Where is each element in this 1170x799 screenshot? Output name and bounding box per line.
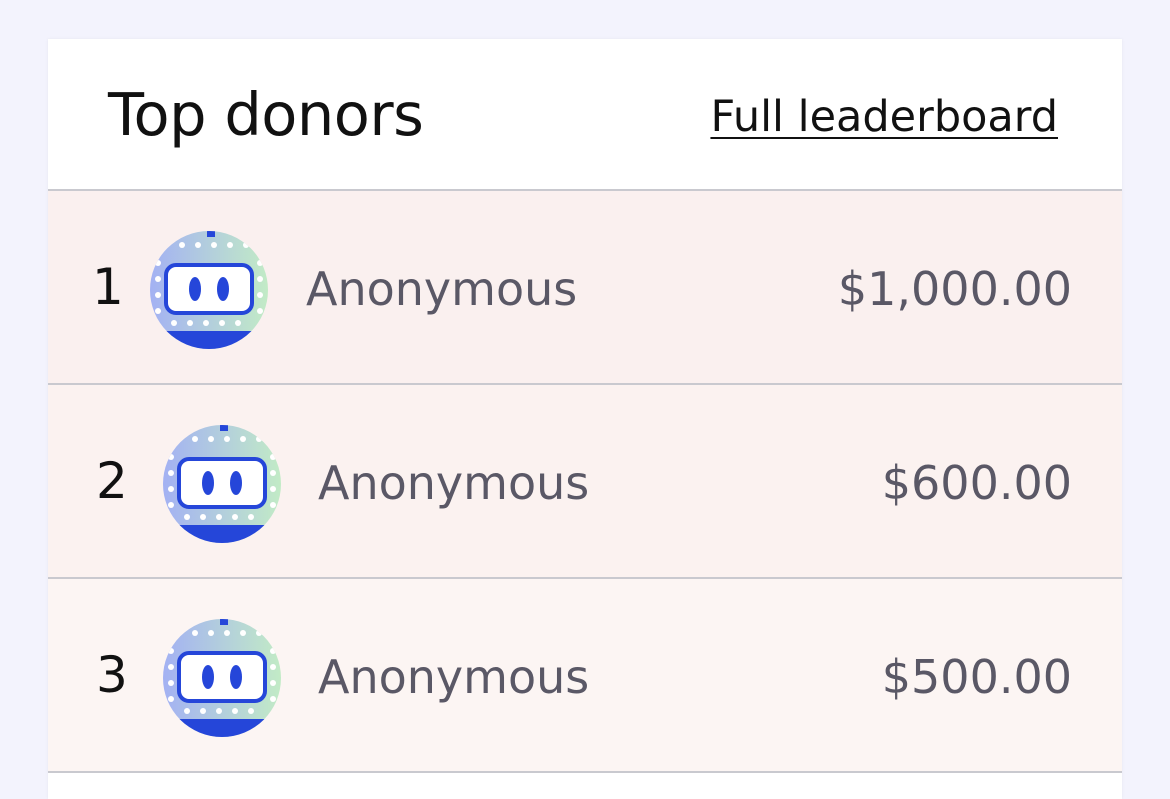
donation-amount: $1,000.00 — [837, 262, 1072, 316]
donor-rank: 3 — [96, 646, 128, 704]
full-leaderboard-link[interactable]: Full leaderboard — [710, 91, 1058, 143]
card-title: Top donors — [108, 80, 424, 149]
donor-name: Anonymous — [318, 650, 590, 704]
robot-face-icon — [163, 619, 281, 737]
donor-rank: 1 — [92, 258, 124, 316]
donor-name: Anonymous — [318, 456, 590, 510]
donor-rank: 2 — [96, 452, 128, 510]
robot-face-icon — [163, 425, 281, 543]
card-header: Top donors Full leaderboard — [48, 39, 1122, 191]
donor-row: 1 Anonymous $1,000.00 — [48, 191, 1122, 385]
donor-name: Anonymous — [306, 262, 578, 316]
robot-face-icon — [150, 231, 268, 349]
donation-amount: $500.00 — [881, 650, 1072, 704]
top-donors-card: Top donors Full leaderboard 1 Anonymous … — [48, 39, 1122, 799]
donor-row: 3 Anonymous $500.00 — [48, 579, 1122, 773]
donation-amount: $600.00 — [881, 456, 1072, 510]
donor-row: 2 Anonymous $600.00 — [48, 385, 1122, 579]
